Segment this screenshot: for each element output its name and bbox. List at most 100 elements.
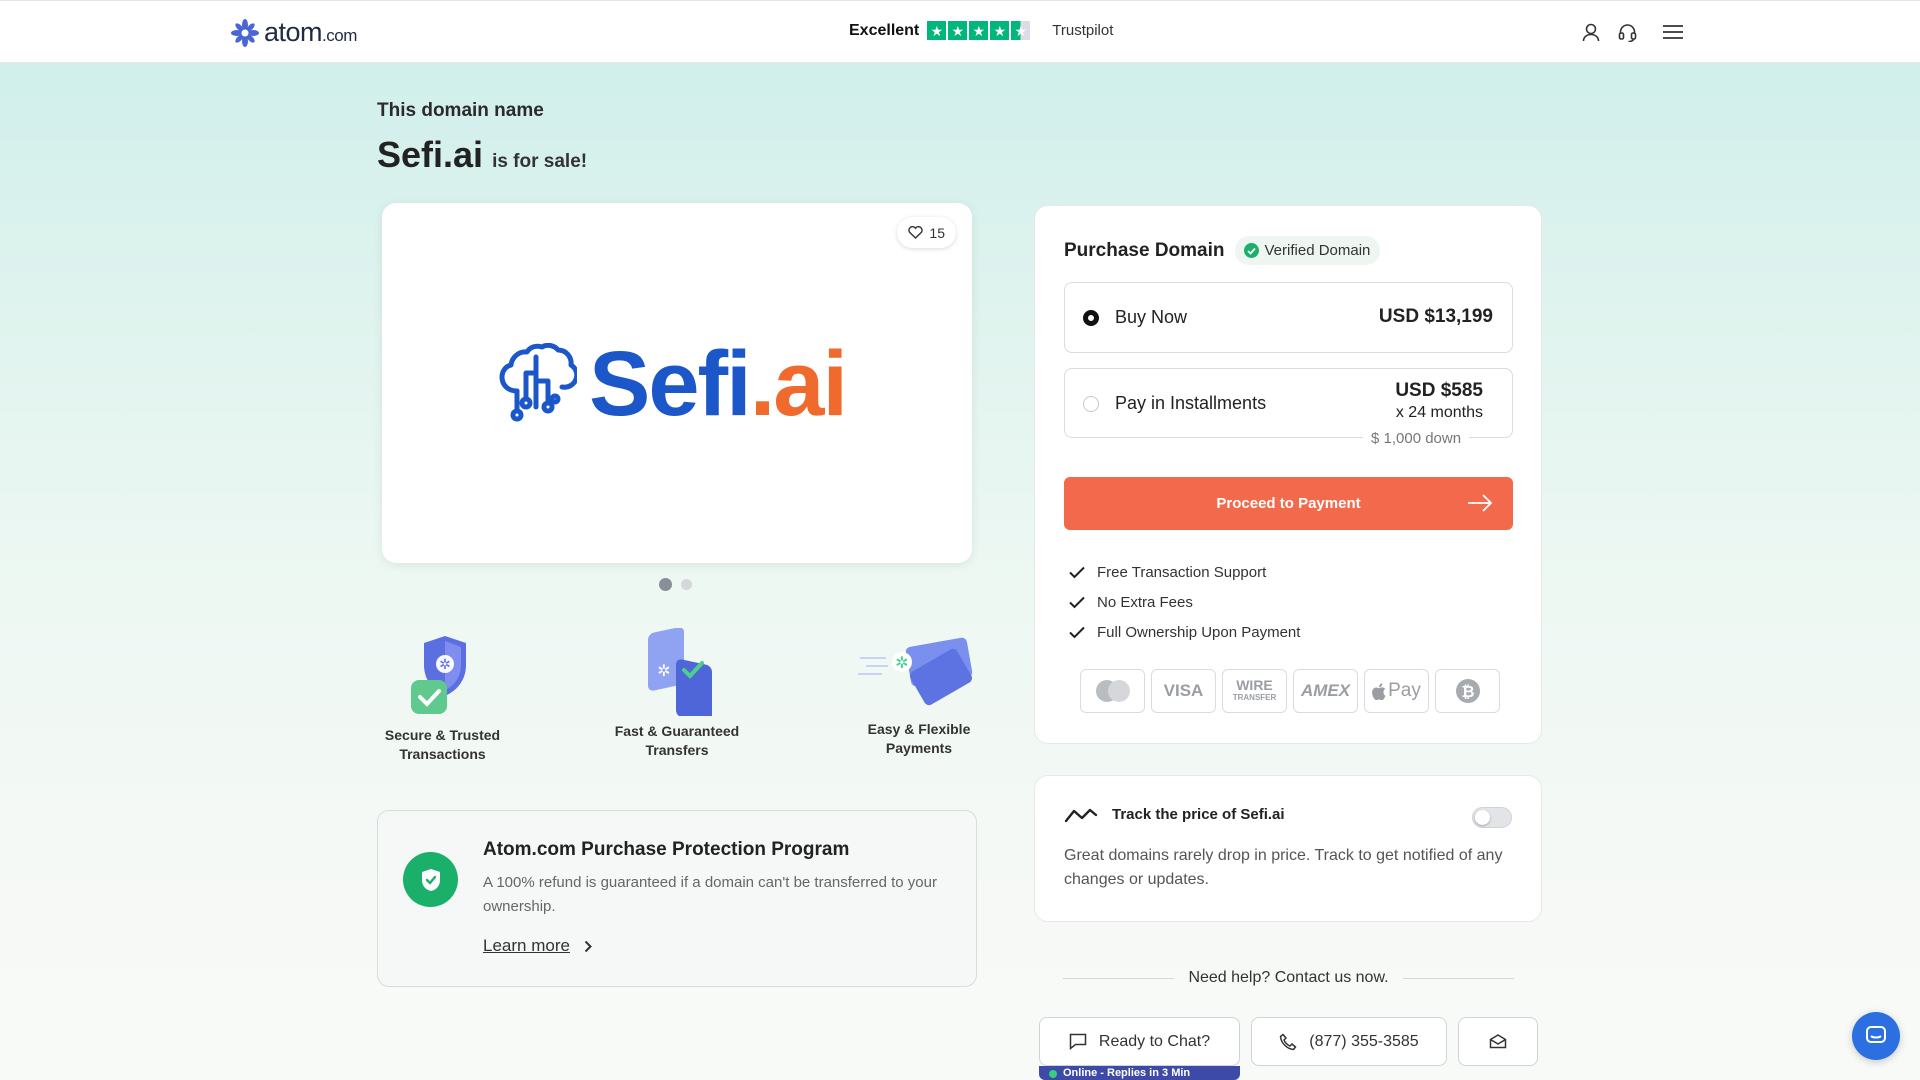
feature-transfer: ✲ Fast & Guaranteed Transfers	[603, 628, 751, 760]
benefits-list: Free Transaction Support No Extra Fees F…	[1069, 557, 1300, 647]
email-button[interactable]	[1458, 1017, 1538, 1066]
domain-brand-logo: Sefi.ai	[495, 333, 848, 435]
like-button[interactable]: 15	[897, 217, 956, 248]
check-icon	[1069, 626, 1085, 638]
benefit-item: Full Ownership Upon Payment	[1069, 617, 1300, 647]
feature-label: Fast & Guaranteed	[614, 723, 740, 739]
shield-icon: ✲	[410, 636, 466, 714]
phone-button-label: (877) 355-3585	[1309, 1032, 1419, 1050]
trustpilot-rating[interactable]: Excellent ★ ★ ★ ★ ★ Trustpilot	[849, 21, 1113, 40]
card-icon: ✲	[858, 637, 973, 706]
site-header: atom.com Excellent ★ ★ ★ ★ ★ Trustpilot	[0, 0, 1920, 63]
phone-button[interactable]: (877) 355-3585	[1251, 1017, 1447, 1066]
brain-circuit-icon	[499, 343, 577, 422]
mail-icon	[1489, 1034, 1507, 1049]
atom-logo[interactable]: atom.com	[231, 17, 357, 48]
transfer-icon: ✲	[648, 628, 712, 716]
carousel-dots	[659, 578, 692, 591]
headset-icon[interactable]	[1616, 21, 1638, 43]
installments-radio[interactable]	[1083, 396, 1099, 412]
user-icon[interactable]	[1580, 21, 1602, 43]
arrow-right-icon	[1468, 494, 1493, 512]
atom-star-icon	[231, 18, 259, 47]
protection-description: A 100% refund is guaranteed if a domain …	[483, 874, 937, 915]
logo-text: atom.com	[264, 17, 357, 47]
price-tracker-card: Track the price of Sefi.ai Great domains…	[1034, 775, 1542, 922]
apple-pay-icon: Pay	[1364, 669, 1429, 713]
chat-status: Online - Replies in 3 Min	[1039, 1066, 1240, 1080]
chat-icon	[1069, 1033, 1087, 1050]
protection-title: Atom.com Purchase Protection Program	[483, 839, 850, 860]
carousel-dot-1[interactable]	[659, 578, 672, 591]
menu-icon[interactable]	[1662, 21, 1684, 43]
visa-icon: VISA	[1151, 669, 1216, 713]
page-subtitle: This domain name	[377, 100, 544, 121]
chevron-right-icon	[584, 940, 592, 952]
phone-icon	[1280, 1032, 1297, 1050]
buy-now-price: USD $13,199	[1378, 306, 1493, 327]
help-heading: Need help? Contact us now.	[1188, 969, 1389, 986]
learn-more-link[interactable]: Learn more	[483, 936, 592, 956]
shield-check-icon	[421, 868, 440, 891]
verified-badge: Verified Domain	[1234, 236, 1381, 265]
chat-bubble-icon	[1866, 1026, 1886, 1043]
star-icon: ★	[990, 21, 1010, 40]
star-half-icon: ★	[1011, 21, 1031, 40]
live-chat-launcher[interactable]	[1852, 1012, 1900, 1060]
toggle-knob	[1475, 810, 1490, 825]
for-sale-label: is for sale!	[492, 151, 588, 172]
trust-rating-label: Excellent	[849, 21, 920, 39]
proceed-label: Proceed to Payment	[1216, 495, 1361, 512]
help-divider: Need help? Contact us now.	[1063, 969, 1515, 987]
benefit-item: Free Transaction Support	[1069, 557, 1300, 587]
buy-now-radio[interactable]	[1083, 310, 1099, 326]
verified-label: Verified Domain	[1264, 242, 1371, 259]
page-title: Sefi.ai is for sale!	[377, 134, 587, 176]
star-icon: ★	[948, 21, 968, 40]
feature-label: Secure & Trusted	[384, 727, 501, 743]
trustpilot-label: Trustpilot	[1052, 22, 1114, 39]
proceed-to-payment-button[interactable]: Proceed to Payment	[1064, 477, 1513, 530]
purchase-title: Purchase Domain	[1064, 239, 1225, 261]
protection-badge	[403, 852, 458, 907]
svg-text:✲: ✲	[657, 661, 670, 680]
svg-text:✲: ✲	[895, 653, 908, 672]
carousel-dot-2[interactable]	[681, 579, 692, 590]
online-dot-icon	[1049, 1070, 1057, 1078]
feature-label: Transfers	[645, 742, 709, 758]
feature-secure: ✲ Secure & Trusted Transactions	[380, 628, 505, 764]
like-count: 15	[929, 224, 945, 241]
domain-brand-text: Sefi.ai	[589, 333, 848, 435]
svg-text:✲: ✲	[439, 657, 451, 673]
amex-icon: AMEX	[1293, 669, 1358, 713]
trend-icon	[1064, 808, 1098, 822]
installments-label: Pay in Installments	[1115, 393, 1267, 413]
domain-logo-preview: 15 Sefi.ai	[382, 203, 972, 563]
feature-label: Easy & Flexible	[867, 721, 971, 737]
feature-label: Transactions	[399, 746, 486, 762]
installments-months: x 24 months	[1395, 404, 1483, 421]
buy-now-label: Buy Now	[1115, 307, 1188, 327]
track-description: Great domains rarely drop in price. Trac…	[1064, 847, 1503, 888]
mastercard-icon	[1080, 669, 1145, 713]
buy-now-option[interactable]: Buy Now USD $13,199	[1064, 282, 1513, 353]
installments-price: USD $585	[1395, 380, 1483, 401]
chat-button-label: Ready to Chat?	[1098, 1032, 1211, 1050]
check-icon	[1069, 596, 1085, 608]
feature-payments: ✲ Easy & Flexible Payments	[848, 628, 990, 758]
domain-name: Sefi.ai	[377, 134, 484, 175]
track-price-toggle[interactable]	[1472, 807, 1512, 828]
trust-stars: ★ ★ ★ ★ ★	[927, 21, 1031, 40]
bitcoin-icon: ₿	[1435, 669, 1500, 713]
installments-down-payment: $ 1,000 down	[1363, 427, 1470, 450]
purchase-protection-card: Atom.com Purchase Protection Program A 1…	[377, 810, 977, 987]
chat-button[interactable]: Ready to Chat?	[1039, 1017, 1240, 1066]
svg-text:₿: ₿	[1461, 682, 1474, 701]
heart-icon	[908, 226, 924, 239]
purchase-card: Purchase Domain Verified Domain Buy Now …	[1034, 205, 1542, 744]
star-icon: ★	[969, 21, 989, 40]
check-icon	[1069, 566, 1085, 578]
wire-transfer-icon: WIRE TRANSFER	[1222, 669, 1287, 713]
check-circle-icon	[1243, 243, 1259, 258]
payment-methods: VISA WIRE TRANSFER AMEX Pay ₿	[1080, 669, 1500, 713]
